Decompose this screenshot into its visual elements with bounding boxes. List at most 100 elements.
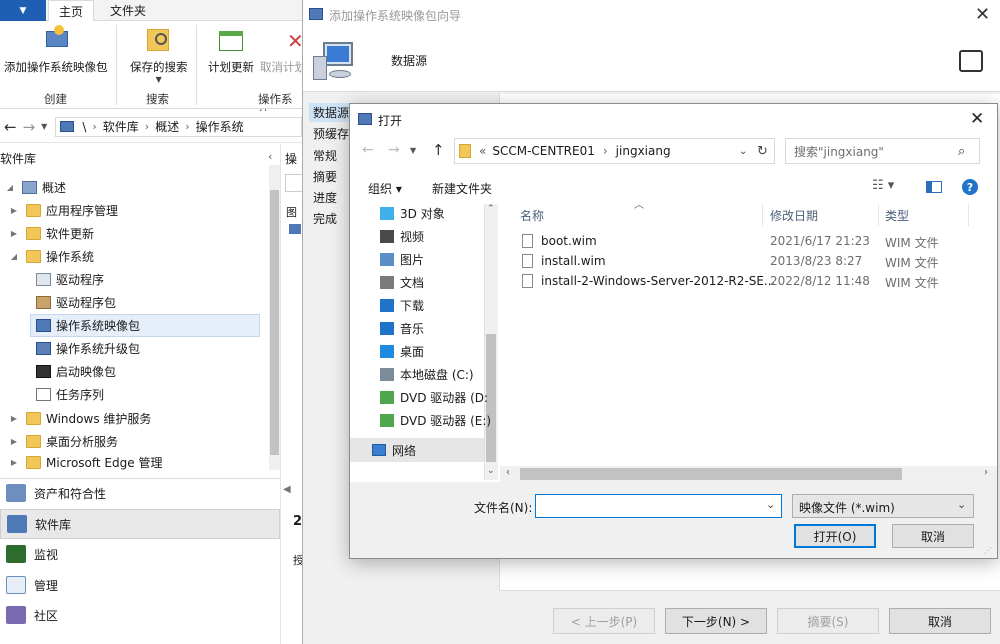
tree-item-software-updates[interactable]: ▶ 软件更新 (8, 222, 94, 245)
nav-item[interactable]: 3D 对象 (380, 202, 445, 224)
tree-item-app-management[interactable]: ▶ 应用程序管理 (8, 199, 118, 222)
history-dropdown-icon[interactable]: ▼ (41, 122, 47, 131)
pictures-icon (380, 252, 394, 266)
wizard-cancel-button[interactable]: 取消 (889, 608, 991, 634)
forward-arrow-icon[interactable]: → (388, 142, 400, 158)
add-os-image-button[interactable]: 添加操作系统映像包 (4, 25, 108, 75)
collapsed-arrow-icon: ▶ (10, 414, 18, 423)
nav-item[interactable]: 图片 (380, 248, 424, 270)
nav-item[interactable]: DVD 驱动器 (E:) (380, 409, 491, 431)
scroll-left-icon[interactable]: ‹ (506, 467, 510, 478)
nav-item[interactable]: 视频 (380, 225, 424, 247)
workspace-software-library[interactable]: 软件库 (0, 509, 280, 539)
nav-item-label: 音乐 (400, 321, 425, 336)
nav-item[interactable]: 桌面 (380, 340, 424, 362)
address-segment-server[interactable]: SCCM-CENTRE01 (492, 144, 595, 158)
drive-icon (380, 367, 394, 381)
tree-item-driver-packages[interactable]: 驱动程序包 (36, 291, 116, 314)
column-name[interactable]: 名称 (520, 207, 544, 224)
saved-search-button[interactable]: 保存的搜索 ▼ (130, 25, 188, 84)
forward-arrow-icon[interactable]: → (23, 118, 36, 136)
file-row[interactable]: install.wim (522, 251, 606, 271)
open-button[interactable]: 打开(O) (794, 524, 876, 548)
tab-home[interactable]: 主页 (48, 0, 95, 22)
workspace-administration[interactable]: 管理 (0, 570, 280, 600)
scroll-right-icon[interactable]: › (984, 467, 988, 478)
file-list-hscrollbar-thumb[interactable] (520, 468, 902, 480)
search-input[interactable]: 搜索"jingxiang" ⌕ (785, 138, 980, 164)
scroll-left-icon[interactable]: ◀ (283, 484, 291, 495)
file-row[interactable]: install-2-Windows-Server-2012-R2-SE... (522, 271, 775, 291)
filename-input[interactable]: ⌄ (535, 494, 782, 518)
workspace-community[interactable]: 社区 (0, 600, 280, 630)
recent-locations-icon[interactable]: ▼ (410, 146, 416, 155)
up-arrow-icon[interactable]: ↑ (432, 141, 445, 159)
tree-item-os-upgrades[interactable]: 操作系统升级包 (36, 337, 140, 360)
help-person-icon[interactable] (959, 50, 983, 72)
wizard-close-icon[interactable]: ✕ (975, 4, 990, 25)
file-menu-button[interactable]: ▼ (0, 0, 46, 21)
column-separator[interactable] (968, 204, 969, 226)
tree-item-drivers[interactable]: 驱动程序 (36, 268, 104, 291)
tree-item-label: 驱动程序 (56, 273, 105, 287)
chevron-right-icon: › (185, 120, 190, 133)
breadcrumb-overview[interactable]: 概述 (155, 118, 179, 135)
previous-button[interactable]: < 上一步(P) (553, 608, 655, 634)
back-arrow-icon[interactable]: ← (362, 142, 374, 158)
tree-item-os-images[interactable]: 操作系统映像包 (30, 314, 260, 337)
dialog-close-icon[interactable]: ✕ (970, 109, 984, 129)
nav-item[interactable]: 本地磁盘 (C:) (380, 363, 474, 385)
column-separator[interactable] (878, 204, 879, 226)
refresh-icon[interactable]: ↻ (757, 144, 768, 159)
column-type[interactable]: 类型 (885, 207, 909, 224)
tree-item-boot-images[interactable]: 启动映像包 (36, 360, 116, 383)
tree-item-desktop-analytics[interactable]: ▶ 桌面分析服务 (8, 430, 118, 453)
file-row[interactable]: boot.wim (522, 231, 597, 251)
cancel-schedule-button[interactable]: ✕ 取消计划 (260, 25, 302, 75)
schedule-update-button[interactable]: 计划更新 (208, 25, 254, 75)
scroll-up-icon[interactable]: ⌃ (487, 204, 495, 214)
column-separator[interactable] (762, 204, 763, 226)
organize-menu[interactable]: 组织 ▾ (368, 180, 402, 197)
nav-item[interactable]: 文档 (380, 271, 424, 293)
step-data-source: 数据源 (309, 103, 354, 122)
view-options-icon[interactable]: ☷ ▾ (872, 178, 894, 193)
boot-image-icon (36, 365, 51, 378)
tree-item-overview[interactable]: ◢ 概述 (4, 176, 66, 199)
breadcrumb-os[interactable]: 操作系统 (196, 118, 244, 135)
new-folder-button[interactable]: 新建文件夹 (432, 180, 492, 197)
breadcrumb-software-library[interactable]: 软件库 (103, 118, 139, 135)
summary-button[interactable]: 摘要(S) (777, 608, 879, 634)
tree-scrollbar-thumb[interactable] (270, 190, 279, 455)
breadcrumb[interactable]: \ › 软件库 › 概述 › 操作系统 (55, 116, 302, 137)
add-os-image-label: 添加操作系统映像包 (4, 60, 108, 74)
filetype-select[interactable]: 映像文件 (*.wim) ⌄ (792, 494, 974, 518)
address-segment-folder[interactable]: jingxiang (616, 144, 671, 158)
back-arrow-icon[interactable]: ← (4, 118, 17, 136)
address-overflow[interactable]: « (479, 144, 486, 158)
tree-item-windows-servicing[interactable]: ▶ Windows 维护服务 (8, 407, 151, 430)
workspace-assets[interactable]: 资产和符合性 (0, 478, 280, 508)
help-icon[interactable]: ? (962, 179, 978, 195)
column-date[interactable]: 修改日期 (770, 207, 818, 224)
nav-item-label: 桌面 (400, 344, 425, 359)
chevron-down-icon[interactable]: ⌄ (739, 146, 747, 157)
open-file-dialog: 打开 ✕ ← → ▼ ↑ « SCCM-CENTRE01 › jingxiang… (349, 103, 998, 559)
next-button[interactable]: 下一步(N) > (665, 608, 767, 634)
nav-item[interactable]: DVD 驱动器 (D: (380, 386, 488, 408)
tree-item-task-sequences[interactable]: 任务序列 (36, 383, 104, 406)
nav-item[interactable]: 音乐 (380, 317, 424, 339)
address-bar[interactable]: « SCCM-CENTRE01 › jingxiang ⌄ ↻ (454, 138, 775, 164)
chevron-down-icon[interactable]: ⌄ (766, 498, 775, 511)
tree-item-edge-management[interactable]: ▶ Microsoft Edge 管理 (8, 453, 162, 471)
dialog-cancel-button[interactable]: 取消 (892, 524, 974, 548)
resize-grip-icon[interactable]: ⋰ (984, 546, 992, 555)
nav-item[interactable]: 下载 (380, 294, 424, 316)
workspace-monitoring[interactable]: 监视 (0, 539, 280, 569)
tree-item-operating-systems[interactable]: ◢ 操作系统 (8, 245, 94, 268)
scroll-down-icon[interactable]: ⌄ (487, 466, 495, 476)
preview-pane-icon[interactable] (926, 181, 942, 193)
tab-folder[interactable]: 文件夹 (100, 0, 156, 21)
nav-item-network[interactable]: 网络 (350, 438, 484, 462)
details-search-box[interactable] (285, 174, 302, 192)
